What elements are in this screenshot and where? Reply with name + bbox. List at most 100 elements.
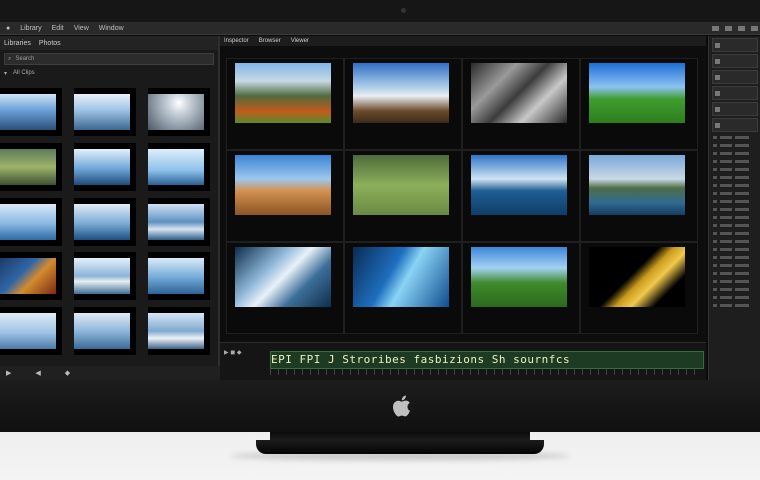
play-icon[interactable]: ▶ [6, 369, 11, 377]
apple-menu-icon[interactable]: ● [6, 25, 10, 32]
status-icon[interactable] [712, 25, 719, 31]
library-thumbnail[interactable] [0, 252, 62, 301]
inspector-control[interactable] [712, 118, 758, 132]
search-input[interactable]: ⌕ Search [4, 53, 214, 65]
clip-cell[interactable] [580, 150, 698, 242]
library-thumbnail[interactable] [74, 307, 136, 356]
library-thumbnail[interactable] [0, 88, 62, 136]
thumbnail-image [148, 313, 204, 350]
library-thumbnail[interactable] [148, 88, 210, 136]
clip-cell[interactable] [580, 58, 698, 150]
library-thumbnail[interactable] [148, 307, 210, 356]
library-thumbnail[interactable] [148, 197, 210, 246]
thumbnail-image [148, 258, 204, 295]
thumbnail-image [0, 203, 56, 240]
inspector-row[interactable] [713, 182, 757, 189]
library-thumbnail[interactable] [74, 197, 136, 246]
control-icon [715, 58, 720, 64]
menu-item-view[interactable]: View [74, 25, 89, 32]
control-icon [715, 90, 720, 96]
browser-area: Inspector Browser Viewer ▶ ◼ ◆ EPI FPI J… [220, 36, 706, 380]
status-icon[interactable] [725, 25, 732, 31]
library-thumbnail[interactable] [148, 252, 210, 301]
thumbnail-image [74, 313, 130, 350]
clip-image [235, 63, 331, 123]
inspector-row[interactable] [713, 238, 757, 245]
webcam [401, 8, 406, 13]
clip-image [471, 247, 567, 307]
inspector-row[interactable] [713, 230, 757, 237]
library-thumbnail[interactable] [74, 142, 136, 191]
status-icon[interactable] [751, 25, 758, 31]
clip-cell[interactable] [462, 58, 580, 150]
library-footer: ▶ ◀ ◆ [0, 366, 222, 380]
inspector-control[interactable] [712, 38, 758, 52]
menu-item-window[interactable]: Window [99, 25, 124, 32]
timeline-clip-strip[interactable]: EPI FPI J Stroribes fasbizions Sh sournf… [270, 351, 704, 369]
inspector-control[interactable] [712, 86, 758, 100]
inspector-row[interactable] [713, 198, 757, 205]
inspector-row[interactable] [713, 158, 757, 165]
control-icon [715, 122, 720, 128]
tab-inspector[interactable]: Inspector [224, 38, 249, 44]
library-thumbnail[interactable] [74, 252, 136, 301]
inspector-row[interactable] [713, 174, 757, 181]
inspector-row[interactable] [713, 294, 757, 301]
inspector-row[interactable] [713, 286, 757, 293]
inspector-row[interactable] [713, 302, 757, 309]
library-thumbnail[interactable] [0, 197, 62, 246]
clip-image [353, 63, 449, 123]
tab-browser[interactable]: Browser [259, 38, 281, 44]
timeline-ruler[interactable] [270, 369, 702, 375]
clip-image [353, 247, 449, 307]
clip-cell[interactable] [462, 242, 580, 334]
clip-image [471, 155, 567, 215]
clip-cell[interactable] [580, 242, 698, 334]
inspector-row[interactable] [713, 166, 757, 173]
clip-cell[interactable] [344, 242, 462, 334]
clip-cell[interactable] [226, 150, 344, 242]
inspector-control[interactable] [712, 70, 758, 84]
thumbnail-image [74, 203, 130, 240]
inspector-row[interactable] [713, 222, 757, 229]
clip-cell[interactable] [462, 150, 580, 242]
clip-cell[interactable] [226, 242, 344, 334]
inspector-control[interactable] [712, 54, 758, 68]
thumbnail-image [0, 258, 56, 295]
back-icon[interactable]: ◀ [35, 369, 40, 377]
tab-viewer[interactable]: Viewer [291, 38, 309, 44]
inspector-row[interactable] [713, 206, 757, 213]
inspector-row[interactable] [713, 150, 757, 157]
library-thumbnail[interactable] [148, 142, 210, 191]
clip-image [353, 155, 449, 215]
timeline-controls[interactable]: ▶ ◼ ◆ [224, 349, 264, 377]
thumbnail-image [74, 148, 130, 185]
tab-photos[interactable]: Photos [39, 40, 61, 47]
library-thumbnail[interactable] [0, 307, 62, 356]
inspector-row[interactable] [713, 254, 757, 261]
clip-cell[interactable] [344, 58, 462, 150]
inspector-row[interactable] [713, 134, 757, 141]
inspector-row[interactable] [713, 190, 757, 197]
inspector-row[interactable] [713, 278, 757, 285]
menu-item-library[interactable]: Library [20, 25, 41, 32]
status-icon[interactable] [738, 25, 745, 31]
keyframe-icon[interactable]: ◆ [65, 369, 70, 377]
inspector-row[interactable] [713, 246, 757, 253]
inspector-row[interactable] [713, 262, 757, 269]
inspector-control[interactable] [712, 102, 758, 116]
tab-libraries[interactable]: Libraries [4, 40, 31, 47]
clip-cell[interactable] [344, 150, 462, 242]
inspector-row[interactable] [713, 142, 757, 149]
clip-cell[interactable] [226, 58, 344, 150]
clip-image [471, 63, 567, 123]
library-thumbnail[interactable] [0, 142, 62, 191]
timeline: ▶ ◼ ◆ EPI FPI J Stroribes fasbizions Sh … [220, 342, 706, 380]
filter-bar[interactable]: ▾ All Clips [0, 68, 218, 78]
menu-item-edit[interactable]: Edit [52, 25, 64, 32]
inspector-row[interactable] [713, 270, 757, 277]
inspector-row[interactable] [713, 214, 757, 221]
clip-image [235, 247, 331, 307]
library-thumbnail[interactable] [74, 88, 136, 136]
browser-tabs: Inspector Browser Viewer [220, 36, 706, 46]
